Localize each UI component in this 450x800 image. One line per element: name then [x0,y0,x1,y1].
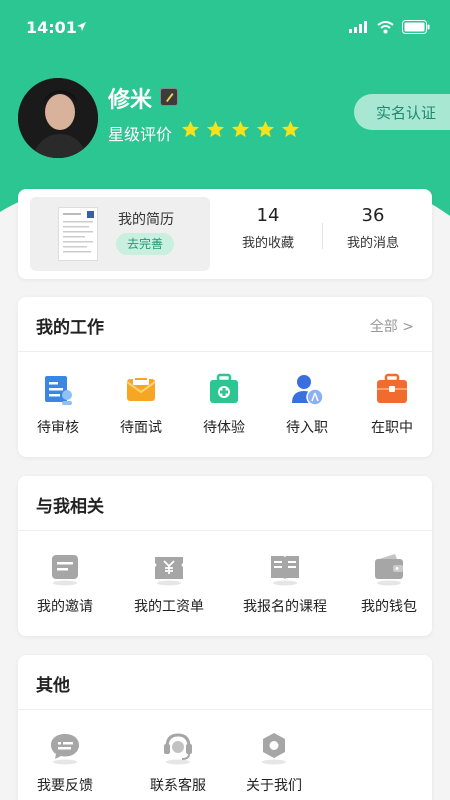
resume-title: 我的简历 [118,212,174,228]
other-item-feedback[interactable]: 我要反馈 [26,729,104,795]
review-doc-icon [45,376,72,405]
favorites-label: 我的收藏 [241,236,294,251]
related-item-payslip[interactable]: 我的工资单 [123,550,215,616]
related-title: 与我相关 [36,497,104,517]
other-card: 其他 我要反馈 联系客服 关于我们 [18,655,432,800]
edit-badge-icon[interactable] [160,88,178,106]
view-all-link[interactable]: 全部 > [370,316,414,336]
user-name: 修米 [108,88,153,113]
battery-icon [402,20,430,34]
star-icon [231,120,250,138]
status-icons [349,20,430,34]
related-item-label: 我的邀请 [37,599,93,615]
briefcase-icon [377,373,407,403]
other-item-label: 我要反馈 [37,778,93,794]
wifi-icon [377,20,394,33]
wallet-icon [375,554,403,586]
work-item-pending-interview[interactable]: 待面试 [109,371,173,437]
related-item-label: 我的钱包 [361,599,417,615]
other-item-customer-service[interactable]: 联系客服 [128,729,228,795]
medical-kit-icon [210,373,238,403]
rating-label: 星级评价 [108,125,173,144]
other-item-label: 联系客服 [150,778,206,794]
related-item-label: 我报名的课程 [243,599,327,615]
headset-icon [164,733,192,765]
section-divider [18,709,432,710]
document-preview-icon [63,211,94,253]
avatar-photo [18,78,98,158]
verify-identity-button[interactable]: 实名认证 [354,94,450,130]
related-item-invitations[interactable]: 我的邀请 [26,550,104,616]
avatar[interactable] [18,78,98,158]
star-icon [206,120,225,138]
work-item-pending-review[interactable]: 待审核 [26,371,90,437]
course-book-icon [271,556,299,586]
related-item-wallet[interactable]: 我的钱包 [350,550,428,616]
feedback-icon [51,734,79,765]
work-item-label: 待体验 [203,420,245,436]
related-item-courses[interactable]: 我报名的课程 [230,550,340,616]
star-icon [256,120,275,138]
star-icon [181,120,200,138]
work-item-pending-onboard[interactable]: 待入职 [275,371,339,437]
stat-divider [322,223,323,249]
location-arrow-icon [77,22,86,31]
other-title: 其他 [36,676,70,696]
work-item-pending-trial[interactable]: 待体验 [192,371,256,437]
star-rating [181,120,300,139]
messages-label: 我的消息 [346,236,399,251]
pen-icon [166,93,174,102]
messages-count: 36 [361,205,385,226]
related-item-label: 我的工资单 [134,599,204,615]
status-bar: 14:01 [0,0,450,56]
complete-resume-button[interactable]: 去完善 [116,233,174,255]
messages-stat[interactable]: 36 我的消息 [328,205,418,251]
interview-mail-icon [126,375,156,401]
my-work-title: 我的工作 [36,318,104,338]
user-join-icon [292,375,324,406]
star-icon [281,120,300,138]
signal-icon [349,21,367,33]
work-item-label: 待入职 [286,420,328,436]
status-time: 14:01 [26,18,77,37]
work-item-label: 待面试 [120,420,162,436]
section-divider [18,530,432,531]
payslip-icon [155,557,183,586]
other-item-label: 关于我们 [246,778,302,794]
summary-card: 我的简历 去完善 14 我的收藏 36 我的消息 [18,189,432,279]
work-item-label: 待审核 [37,420,79,436]
section-divider [18,351,432,352]
resume-entry[interactable]: 我的简历 去完善 [30,197,210,271]
related-card: 与我相关 我的邀请 我的工资单 我报名的课程 我的钱包 [18,476,432,636]
my-work-card: 我的工作 全部 > 待审核 待面试 待体验 待入职 在职中 [18,297,432,457]
resume-thumbnail [58,207,98,261]
favorites-stat[interactable]: 14 我的收藏 [223,205,313,251]
favorites-count: 14 [256,205,280,226]
other-item-about-us[interactable]: 关于我们 [228,729,320,795]
invitation-icon [52,555,78,586]
work-item-label: 在职中 [371,420,413,436]
work-item-employed[interactable]: 在职中 [360,371,424,437]
about-icon [262,733,286,765]
